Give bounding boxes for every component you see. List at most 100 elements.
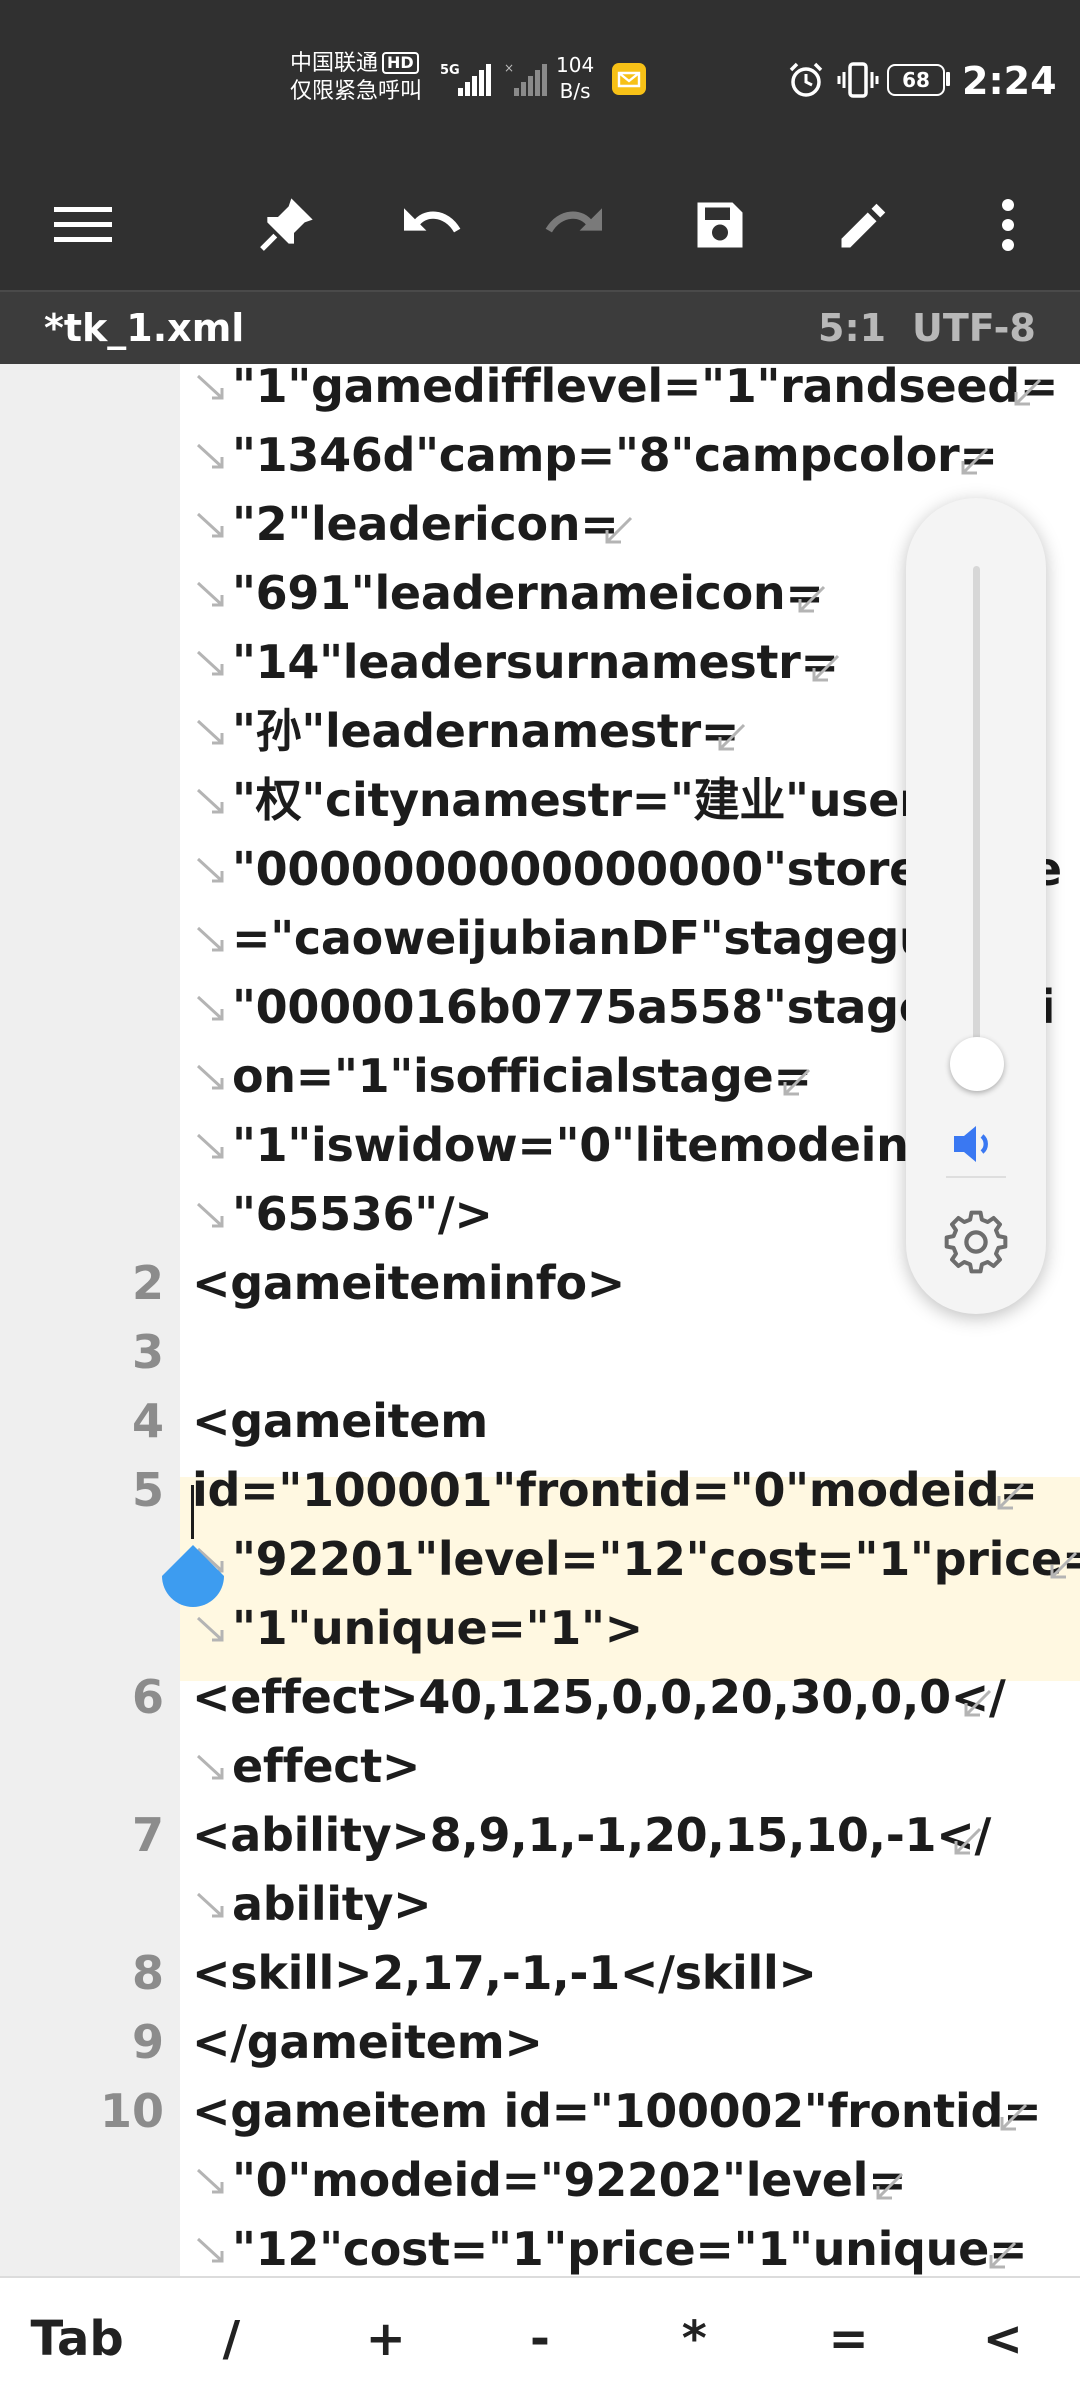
code-line: "1346d"camp="8"campcolor= <box>232 428 998 482</box>
emergency-only-text: 仅限紧急呼叫 <box>290 79 423 104</box>
shortcut-key[interactable]: - <box>463 2278 617 2400</box>
hd-badge: HD <box>382 52 419 74</box>
signal-5g-icon: 5G <box>440 63 491 96</box>
wrap-marker-icon <box>961 447 989 475</box>
undo-button[interactable] <box>382 160 482 290</box>
code-line: "0"modeid="92202"level= <box>232 2153 907 2207</box>
vibrate-icon <box>837 62 879 98</box>
code-line: "2"leadericon= <box>232 497 619 551</box>
wrap-continuation-icon <box>196 1202 224 1228</box>
wrap-continuation-icon <box>196 1754 224 1780</box>
svg-text:×: × <box>504 61 514 75</box>
file-name[interactable]: *tk_1.xml <box>44 306 244 350</box>
pin-button[interactable] <box>236 160 336 290</box>
wrap-continuation-icon <box>196 1064 224 1090</box>
edit-button[interactable] <box>814 160 914 290</box>
wrap-marker-icon <box>964 1689 992 1717</box>
code-line: "1"unique="1"> <box>232 1601 643 1655</box>
wrap-marker-icon <box>605 516 633 544</box>
line-number: 10 <box>99 2084 164 2138</box>
wrap-marker-icon <box>989 2241 1017 2269</box>
alarm-icon <box>789 62 823 97</box>
cursor-position: 5:1 <box>818 306 887 350</box>
wrap-marker-icon <box>1000 2103 1028 2131</box>
wrap-marker-icon <box>954 1827 981 1855</box>
code-line: "1"gamedifflevel="1"randseed= <box>232 364 1059 413</box>
code-line: </gameitem> <box>192 2015 543 2069</box>
wrap-continuation-icon <box>196 1133 224 1159</box>
clock: 2:24 <box>962 59 1057 103</box>
code-line: "12"cost="1"price="1"unique= <box>232 2222 1028 2276</box>
wrap-continuation-icon <box>196 443 224 469</box>
menu-icon <box>54 207 112 242</box>
file-info-bar: *tk_1.xml 5:1 UTF-8 <box>0 290 1080 364</box>
code-line: effect> <box>232 1739 421 1793</box>
svg-text:5G: 5G <box>440 63 460 78</box>
volume-track[interactable] <box>973 566 980 1090</box>
more-options-button[interactable] <box>958 160 1058 290</box>
encoding[interactable]: UTF-8 <box>912 306 1036 350</box>
edit-icon <box>841 203 886 248</box>
signal-secondary-icon: × <box>504 61 547 96</box>
code-line: "65536"/> <box>232 1187 493 1241</box>
mail-notification-icon <box>612 63 646 95</box>
line-number-gutter: 2 3 4 5 6 7 8 9 10 <box>0 364 180 2276</box>
menu-button[interactable] <box>34 160 134 290</box>
shortcut-key[interactable]: * <box>617 2278 771 2400</box>
wrap-marker-icon <box>997 1482 1024 1510</box>
text-cursor <box>191 1485 194 1539</box>
wrap-continuation-icon <box>196 1892 224 1918</box>
line-number: 4 <box>131 1394 164 1448</box>
carrier-name: 中国联通 <box>290 51 379 76</box>
line-number: 8 <box>131 1946 164 2000</box>
wrap-continuation-icon <box>196 926 224 952</box>
shortcut-key[interactable]: = <box>771 2278 925 2400</box>
shortcut-key[interactable]: < <box>926 2278 1080 2400</box>
code-line: ability> <box>232 1877 432 1931</box>
code-line: on="1"isofficialstage= <box>232 1049 812 1103</box>
wrap-marker-icon <box>718 723 746 751</box>
wrap-continuation-icon <box>196 719 224 745</box>
wrap-marker-icon <box>812 654 840 682</box>
wrap-marker-icon <box>798 585 825 613</box>
redo-icon <box>545 208 602 233</box>
wrap-continuation-icon <box>196 857 224 883</box>
wrap-marker-icon <box>1014 378 1042 406</box>
code-line: <gameitem <box>192 1394 488 1448</box>
wrap-continuation-icon <box>196 2237 224 2263</box>
shortcut-key[interactable]: Tab <box>0 2278 154 2400</box>
code-line: "孙"leadernamestr= <box>232 704 740 758</box>
wrap-marker-icon <box>783 1068 811 1096</box>
wrap-continuation-icon <box>196 788 224 814</box>
wrap-continuation-icon <box>196 650 224 676</box>
volume-slider-knob[interactable] <box>950 1036 1004 1091</box>
code-line: "92201"level="12"cost="1"price= <box>232 1532 1080 1586</box>
code-line: <skill>2,17,-1,-1</skill> <box>192 1946 817 2000</box>
code-line: <ability>8,9,1,-1,20,15,10,-1</ <box>192 1808 991 1862</box>
line-number: 7 <box>131 1808 164 1862</box>
toolbar <box>0 160 1080 290</box>
code-line: ="caoweijubianDF"stageguid= <box>232 911 1018 965</box>
settings-gear-icon[interactable] <box>944 1210 1008 1274</box>
shortcut-key[interactable]: + <box>309 2278 463 2400</box>
speaker-icon[interactable] <box>950 1122 1002 1166</box>
code-line: <gameitem id="100002"frontid= <box>192 2084 1042 2138</box>
more-icon <box>1002 199 1014 251</box>
code-line: id="100001"frontid="0"modeid= <box>192 1463 1038 1517</box>
network-speed: 104 B/s <box>556 53 595 103</box>
redo-button[interactable] <box>524 160 624 290</box>
cursor-handle[interactable] <box>162 1545 224 1607</box>
pin-icon <box>260 198 313 251</box>
wrap-continuation-icon <box>196 995 224 1021</box>
status-bar: 中国联通 HD 仅限紧急呼叫 5G × 104 B/s 68 2:24 <box>0 0 1080 160</box>
save-button[interactable] <box>670 160 770 290</box>
shortcut-key[interactable]: / <box>154 2278 308 2400</box>
undo-icon <box>404 208 461 233</box>
code-line: "权"citynamestr="建业"userid= <box>232 773 1008 827</box>
shortcut-key-bar: Tab / + - * = < <box>0 2276 1080 2400</box>
line-number: 9 <box>131 2015 164 2069</box>
battery-icon: 68 <box>887 64 945 96</box>
wrap-marker-icon <box>876 2172 903 2200</box>
volume-panel <box>906 498 1046 1314</box>
line-number: 3 <box>131 1325 164 1379</box>
